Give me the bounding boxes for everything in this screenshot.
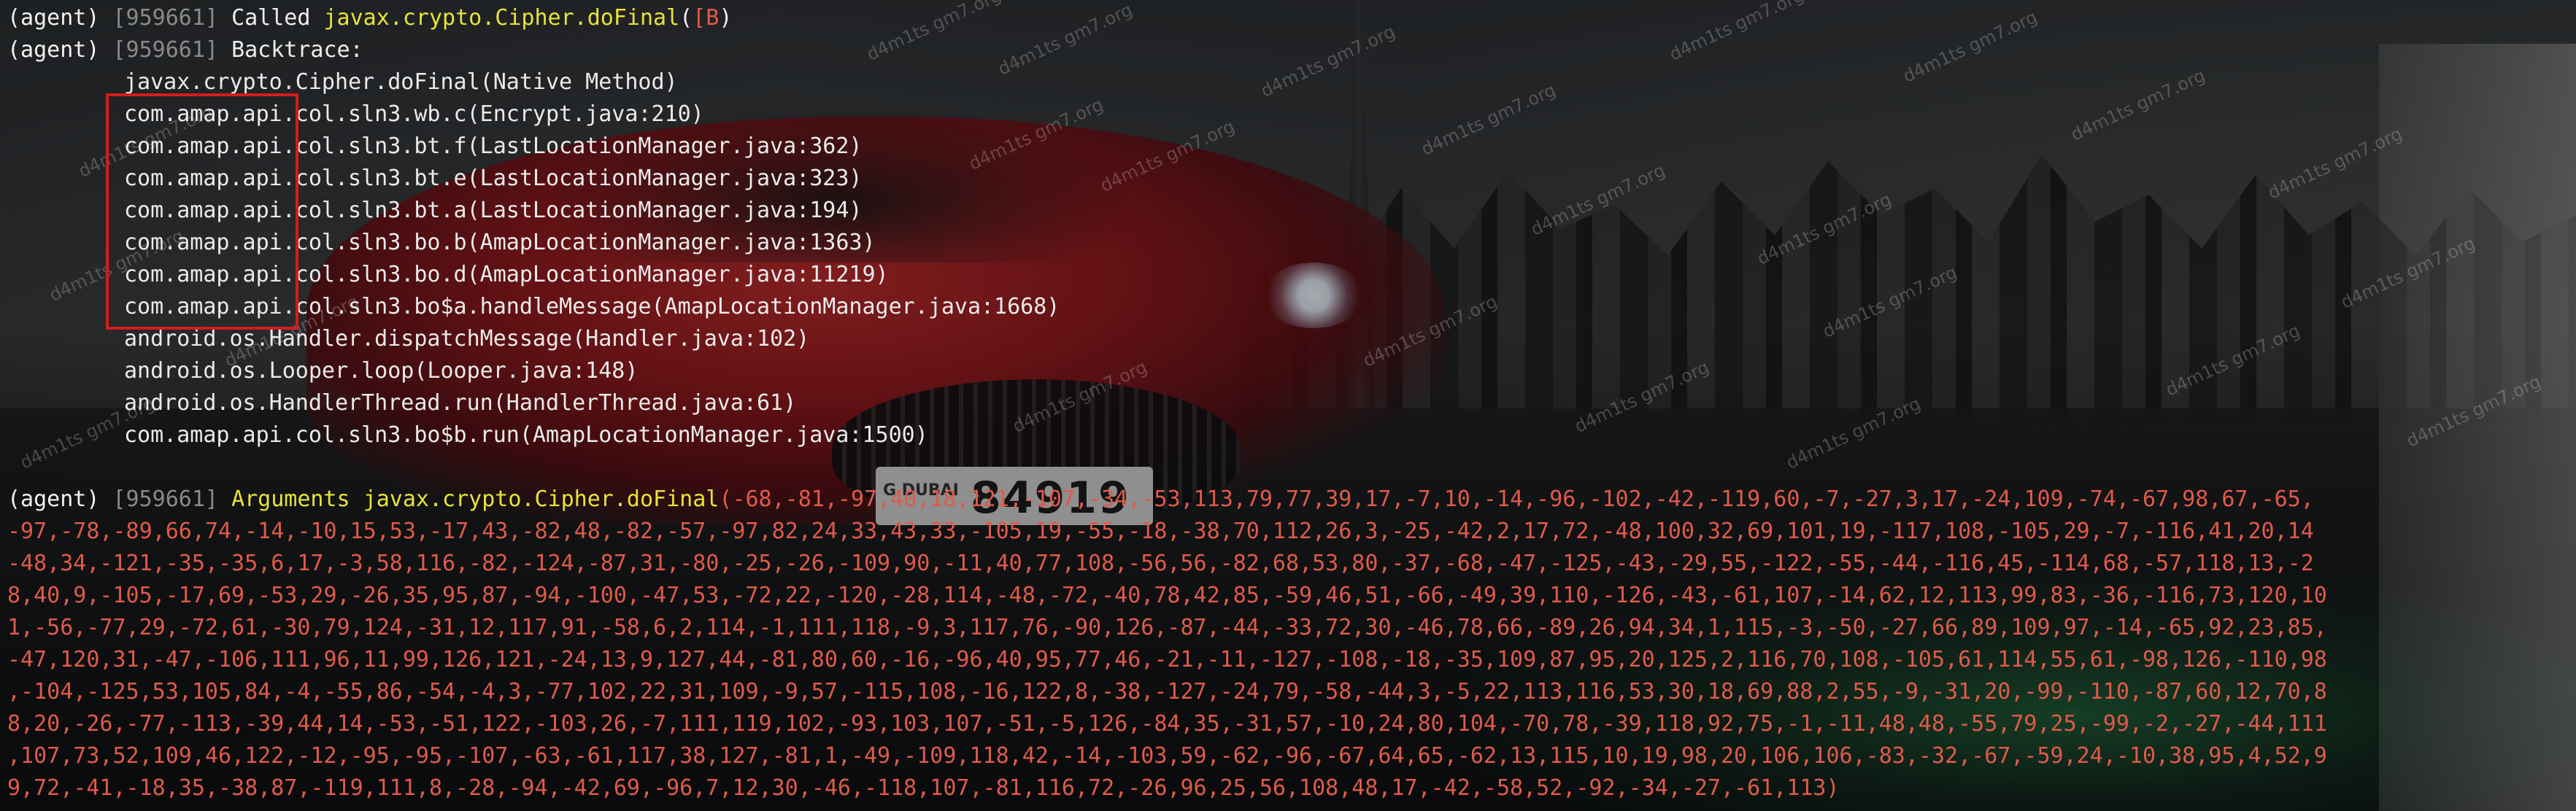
paren-close: ) bbox=[719, 5, 733, 31]
process-id: [959661] bbox=[112, 5, 232, 31]
backtrace-frame: android.os.HandlerThread.run(HandlerThre… bbox=[124, 390, 797, 416]
paren-open: ( bbox=[679, 5, 693, 31]
argument-type: [B bbox=[693, 5, 720, 31]
arguments-label: Arguments bbox=[231, 486, 363, 512]
backtrace-frame: android.os.Looper.loop(Looper.java:148) bbox=[124, 358, 639, 384]
agent-prefix: (agent) bbox=[7, 486, 113, 512]
terminal-line-arguments: (agent) [959661] Arguments javax.crypto.… bbox=[7, 484, 2314, 516]
process-id: [959661] bbox=[112, 37, 232, 63]
argument-bytes: -97,-78,-89,66,74,-14,-10,15,53,-17,43,-… bbox=[7, 519, 2314, 544]
hooked-function: javax.crypto.Cipher.doFinal bbox=[363, 486, 720, 512]
argument-bytes: 9,72,-41,-18,35,-38,87,-119,111,8,-28,-9… bbox=[7, 775, 1840, 801]
argument-bytes: 1,-56,-77,29,-72,61,-30,79,124,-31,12,11… bbox=[7, 615, 2327, 640]
called-label: Called bbox=[231, 5, 324, 31]
backtrace-label: Backtrace: bbox=[231, 37, 363, 63]
argument-bytes: ,107,73,52,109,46,122,-12,-95,-95,-107,-… bbox=[7, 743, 2327, 769]
argument-bytes: -47,120,31,-47,-106,111,96,11,99,126,121… bbox=[7, 647, 2327, 672]
terminal-output: (agent) [959661] Called javax.crypto.Cip… bbox=[0, 0, 2576, 811]
argument-bytes: (-68,-81,-97,40,18,121,-107,-34,-53,113,… bbox=[719, 486, 2314, 512]
process-id: [959661] bbox=[112, 486, 232, 512]
argument-bytes: 8,40,9,-105,-17,69,-53,29,-26,35,95,87,-… bbox=[7, 583, 2327, 608]
terminal-line-backtrace: (agent) [959661] Backtrace: bbox=[7, 34, 363, 66]
argument-bytes: 8,20,-26,-77,-113,-39,44,14,-53,-51,122,… bbox=[7, 711, 2327, 737]
hooked-function: javax.crypto.Cipher.doFinal bbox=[323, 5, 680, 31]
backtrace-frame: com.amap.api.col.sln3.bo$b.run(AmapLocat… bbox=[124, 422, 928, 448]
agent-prefix: (agent) bbox=[7, 5, 113, 31]
agent-prefix: (agent) bbox=[7, 37, 113, 63]
highlight-box bbox=[106, 93, 298, 330]
argument-bytes: ,-104,-125,53,105,84,-4,-55,86,-54,-4,3,… bbox=[7, 679, 2327, 705]
argument-bytes: -48,34,-121,-35,-35,6,17,-3,58,116,-82,-… bbox=[7, 551, 2314, 576]
terminal-line-called: (agent) [959661] Called javax.crypto.Cip… bbox=[7, 2, 732, 34]
